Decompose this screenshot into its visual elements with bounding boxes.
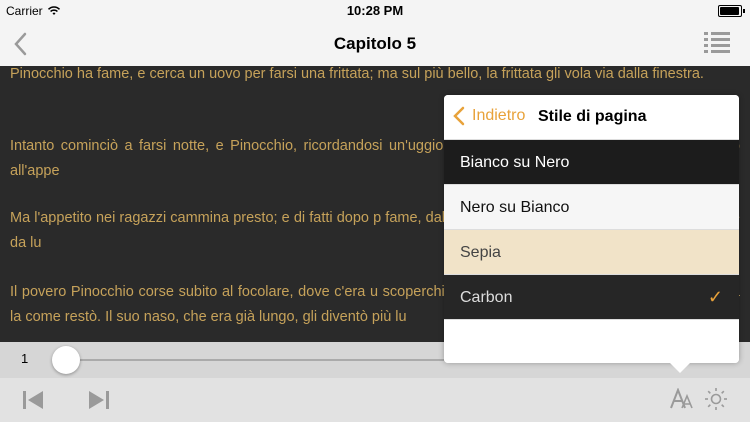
skip-back-icon[interactable]: [22, 390, 44, 410]
skip-forward-icon[interactable]: [88, 390, 110, 410]
brightness-icon[interactable]: [704, 387, 728, 411]
style-option-carbon[interactable]: Carbon ✓: [444, 275, 739, 320]
page-slider-track[interactable]: [66, 359, 444, 361]
page-number: 1: [21, 351, 29, 366]
bottom-toolbar: [0, 378, 750, 422]
style-option-nero-su-bianco[interactable]: Nero su Bianco: [444, 185, 739, 230]
popover-back-button[interactable]: Indietro: [452, 106, 525, 126]
table-of-contents-icon[interactable]: [704, 30, 730, 56]
page-slider-thumb[interactable]: [52, 346, 80, 374]
option-label: Bianco su Nero: [460, 154, 570, 171]
style-option-bianco-su-nero[interactable]: Bianco su Nero: [444, 140, 739, 185]
popover-header: Indietro Stile di pagina: [444, 95, 739, 140]
page-title: Capitolo 5: [333, 34, 417, 53]
popover-title: Stile di pagina: [538, 108, 647, 125]
font-size-icon[interactable]: [669, 388, 695, 410]
clock: 10:28 PM: [346, 3, 404, 18]
popover-back-label: Indietro: [472, 107, 526, 124]
back-chevron-icon: [453, 106, 465, 126]
battery-icon: [718, 5, 745, 17]
option-label: Carbon: [460, 289, 513, 306]
status-bar: Carrier 10:28 PM: [0, 0, 750, 22]
page-style-popover: Indietro Stile di pagina Bianco su Nero …: [444, 95, 739, 363]
checkmark-icon: ✓: [707, 287, 723, 307]
paragraph-1: Pinocchio ha fame, e cerca un uovo per f…: [10, 66, 704, 82]
option-label: Sepia: [460, 244, 501, 261]
option-label: Nero su Bianco: [460, 199, 570, 216]
popover-arrow: [668, 361, 692, 373]
navigation-bar: Capitolo 5: [0, 22, 750, 66]
popover-blank-row: [444, 320, 739, 363]
style-option-sepia[interactable]: Sepia: [444, 230, 739, 275]
